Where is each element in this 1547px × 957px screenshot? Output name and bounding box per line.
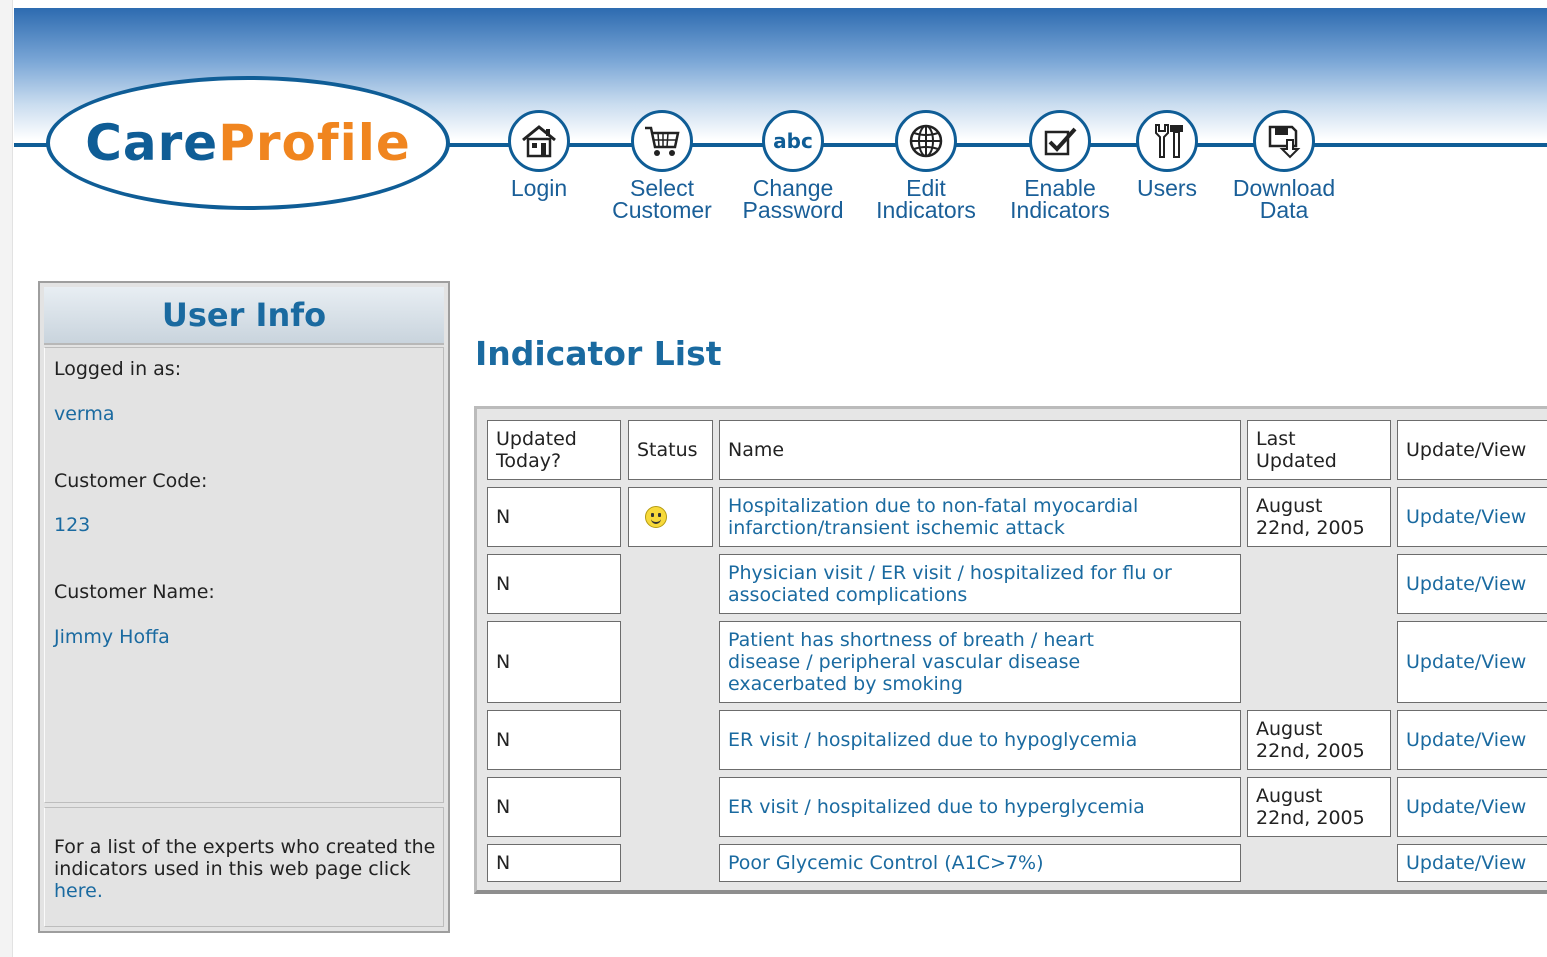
- logged-in-label: Logged in as:: [54, 358, 182, 380]
- user-info-footer: For a list of the experts who created th…: [44, 807, 444, 927]
- row-1-last-updated-text: August 22nd, 2005: [1256, 495, 1365, 539]
- nav-users[interactable]: Users: [1128, 110, 1206, 201]
- nav-download-data[interactable]: Download Data: [1224, 110, 1344, 223]
- nav-login[interactable]: Login: [503, 110, 575, 201]
- abc-icon: abc: [762, 110, 824, 172]
- page-left-edge: [0, 0, 13, 957]
- row-3-indicator-name: Patient has shortness of breath / heart …: [728, 629, 1094, 695]
- row-4-last-updated-text: August 22nd, 2005: [1256, 718, 1365, 762]
- nav-users-label: Users: [1136, 175, 1198, 201]
- column-header-updated-today-text: Updated Today?: [496, 428, 577, 472]
- column-header-update-view-text: Update/View: [1406, 439, 1527, 461]
- column-header-status-text: Status: [637, 439, 698, 461]
- row-1-status: [628, 487, 713, 547]
- experts-link[interactable]: here.: [54, 880, 103, 902]
- row-5-indicator-name: ER visit / hospitalized due to hyperglyc…: [728, 796, 1145, 818]
- row-6-indicator-name: Poor Glycemic Control (A1C>7%): [728, 852, 1044, 874]
- row-6-indicator-name-link[interactable]: Poor Glycemic Control (A1C>7%): [719, 844, 1241, 882]
- customer-name-value: Jimmy Hoffa: [54, 626, 170, 648]
- user-info-panel: User Info Logged in as: verma Customer C…: [38, 281, 450, 933]
- tools-icon: [1136, 110, 1198, 172]
- logo-text-profile: Profile: [218, 114, 411, 172]
- row-4-indicator-name: ER visit / hospitalized due to hypoglyce…: [728, 729, 1138, 751]
- experts-footnote: For a list of the experts who created th…: [54, 836, 444, 902]
- nav-change-password-label: Change Password: [742, 175, 844, 223]
- row-3-update-view-link[interactable]: Update/View: [1397, 621, 1547, 703]
- column-header-last-updated: Last Updated: [1247, 420, 1391, 480]
- nav-edit-indicators-label: Edit Indicators: [876, 175, 976, 223]
- shopping-cart-icon: [631, 110, 693, 172]
- logged-in-username: verma: [54, 403, 115, 425]
- row-4-last-updated: August 22nd, 2005: [1247, 710, 1391, 770]
- customer-name-label: Customer Name:: [54, 581, 215, 603]
- row-2-indicator-name: Physician visit / ER visit / hospitalize…: [728, 562, 1172, 606]
- row-6-updated-today: N: [487, 844, 621, 882]
- nav-select-customer[interactable]: Select Customer: [603, 110, 721, 223]
- column-header-updated-today: Updated Today?: [487, 420, 621, 480]
- experts-footnote-text: For a list of the experts who created th…: [54, 836, 436, 880]
- row-3-indicator-name-link[interactable]: Patient has shortness of breath / heart …: [719, 621, 1241, 703]
- column-header-status: Status: [628, 420, 713, 480]
- row-5-last-updated-text: August 22nd, 2005: [1256, 785, 1365, 829]
- row-5-indicator-name-link[interactable]: ER visit / hospitalized due to hyperglyc…: [719, 777, 1241, 837]
- row-4-update-view-link[interactable]: Update/View: [1397, 710, 1547, 770]
- customer-code-value: 123: [54, 514, 91, 536]
- row-2-update-view-link[interactable]: Update/View: [1397, 554, 1547, 614]
- column-header-name-text: Name: [728, 439, 785, 461]
- row-1-indicator-name: Hospitalization due to non-fatal myocard…: [728, 495, 1139, 539]
- user-info-body: Logged in as: verma Customer Code: 123 C…: [44, 347, 444, 803]
- row-1-updated-today: N: [487, 487, 621, 547]
- row-1-update-view-link[interactable]: Update/View: [1397, 487, 1547, 547]
- page-title: Indicator List: [475, 334, 722, 373]
- row-1-indicator-name-link[interactable]: Hospitalization due to non-fatal myocard…: [719, 487, 1241, 547]
- nav-edit-indicators[interactable]: Edit Indicators: [867, 110, 985, 223]
- nav-select-customer-label: Select Customer: [612, 175, 712, 223]
- row-4-updated-today: N: [487, 710, 621, 770]
- nav-enable-indicators-label: Enable Indicators: [1010, 175, 1110, 223]
- user-info-title: User Info: [161, 296, 327, 334]
- column-header-update-view: Update/View: [1397, 420, 1547, 480]
- indicator-table: Updated Today? Status Name Last Updated …: [474, 406, 1547, 894]
- row-5-update-view-link[interactable]: Update/View: [1397, 777, 1547, 837]
- row-6-update-view-link[interactable]: Update/View: [1397, 844, 1547, 882]
- row-5-last-updated: August 22nd, 2005: [1247, 777, 1391, 837]
- logo-text-care: Care: [85, 114, 219, 172]
- row-3-updated-today: N: [487, 621, 621, 703]
- user-info-header: User Info: [44, 287, 444, 345]
- checkbox-icon: [1029, 110, 1091, 172]
- nav-change-password[interactable]: abc Change Password: [733, 110, 853, 223]
- house-icon: [508, 110, 570, 172]
- row-5-updated-today: N: [487, 777, 621, 837]
- smiley-status-icon: [645, 506, 667, 528]
- nav-download-data-label: Download Data: [1232, 175, 1336, 223]
- row-1-last-updated: August 22nd, 2005: [1247, 487, 1391, 547]
- careprofile-logo[interactable]: CareProfile: [46, 76, 450, 210]
- disk-download-icon: [1253, 110, 1315, 172]
- customer-code-label: Customer Code:: [54, 470, 208, 492]
- column-header-last-updated-text: Last Updated: [1256, 428, 1337, 472]
- nav-enable-indicators[interactable]: Enable Indicators: [1001, 110, 1119, 223]
- logo-text: CareProfile: [85, 114, 411, 172]
- nav-login-label: Login: [510, 175, 568, 201]
- row-2-indicator-name-link[interactable]: Physician visit / ER visit / hospitalize…: [719, 554, 1241, 614]
- row-2-updated-today: N: [487, 554, 621, 614]
- column-header-name: Name: [719, 420, 1241, 480]
- globe-icon: [895, 110, 957, 172]
- row-4-indicator-name-link[interactable]: ER visit / hospitalized due to hypoglyce…: [719, 710, 1241, 770]
